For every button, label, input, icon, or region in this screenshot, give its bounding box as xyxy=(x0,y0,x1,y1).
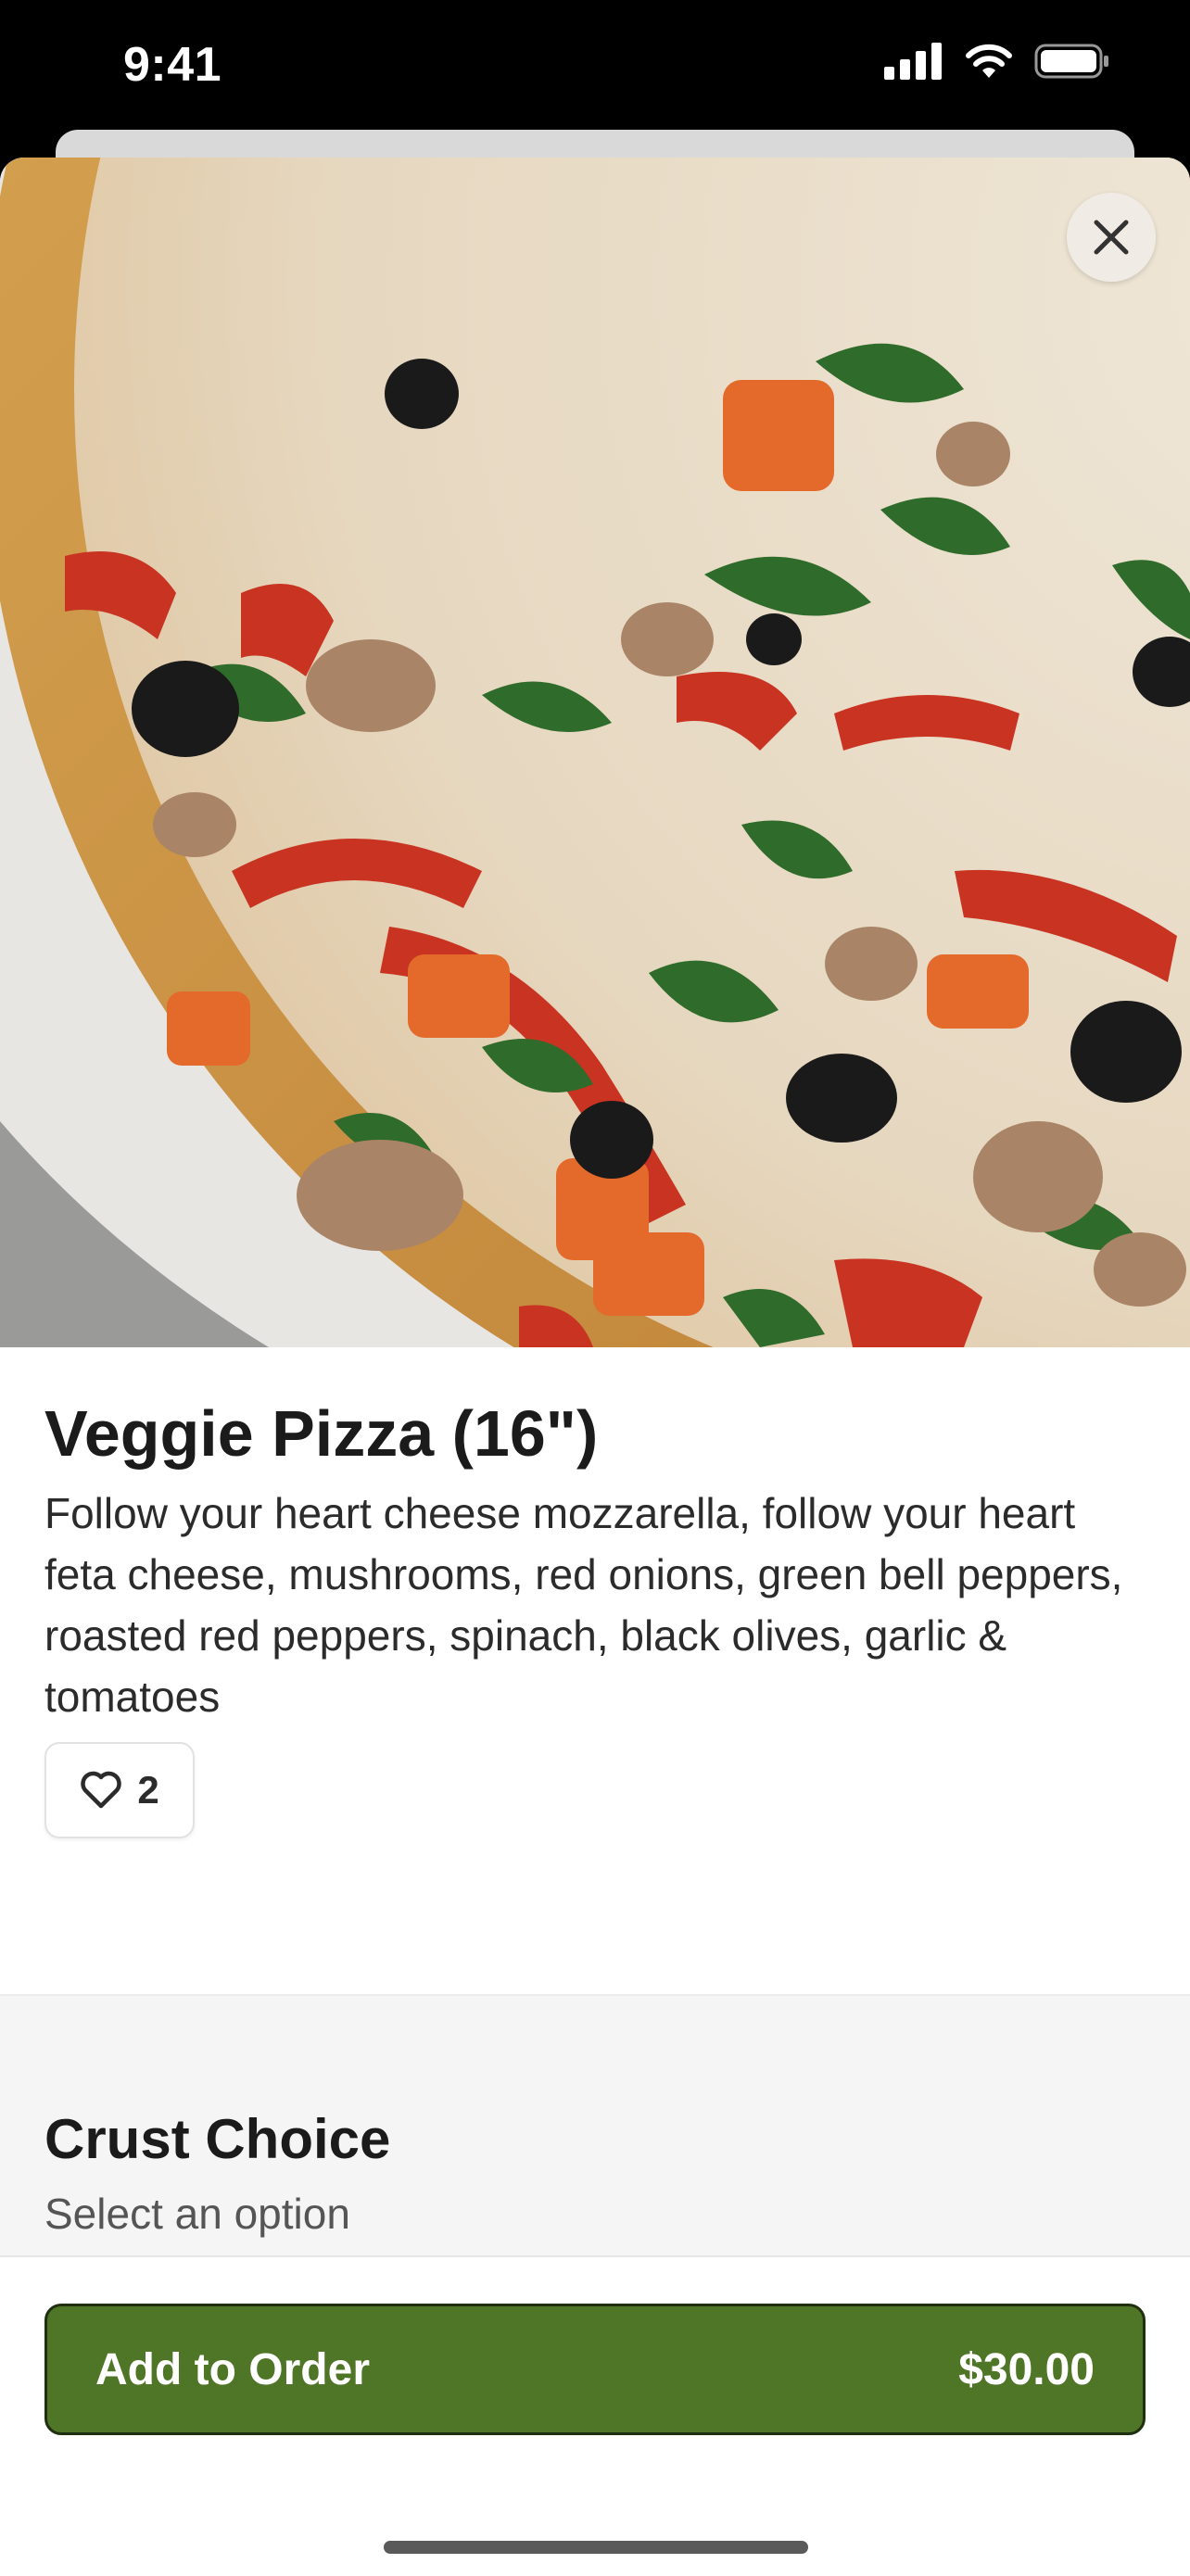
heart-icon xyxy=(81,1771,122,1809)
like-button[interactable]: 2 xyxy=(44,1742,195,1838)
add-to-order-label: Add to Order xyxy=(95,2344,370,2394)
order-price: $30.00 xyxy=(958,2344,1095,2394)
section-subtitle: Select an option xyxy=(44,2190,350,2238)
status-icons xyxy=(884,43,1110,80)
item-title: Veggie Pizza (16") xyxy=(44,1397,599,1470)
status-bar: 9:41 xyxy=(0,0,1190,139)
like-count: 2 xyxy=(137,1768,159,1812)
wifi-icon xyxy=(966,44,1012,78)
crust-choice-section: Crust Choice Select an option xyxy=(0,1994,1190,2257)
item-photo xyxy=(0,158,1190,1347)
section-title: Crust Choice xyxy=(44,2108,391,2170)
add-to-order-button[interactable]: Add to Order $30.00 xyxy=(44,2304,1146,2435)
pizza-image xyxy=(0,158,1190,1347)
close-button[interactable] xyxy=(1067,193,1156,282)
battery-icon xyxy=(1034,44,1108,79)
order-footer: Add to Order $30.00 xyxy=(0,2255,1190,2576)
cellular-signal-icon xyxy=(884,43,942,80)
item-description: Follow your heart cheese mozzarella, fol… xyxy=(44,1489,1123,1721)
status-time: 9:41 xyxy=(123,38,222,92)
home-indicator xyxy=(384,2541,808,2554)
close-icon xyxy=(1094,220,1129,255)
